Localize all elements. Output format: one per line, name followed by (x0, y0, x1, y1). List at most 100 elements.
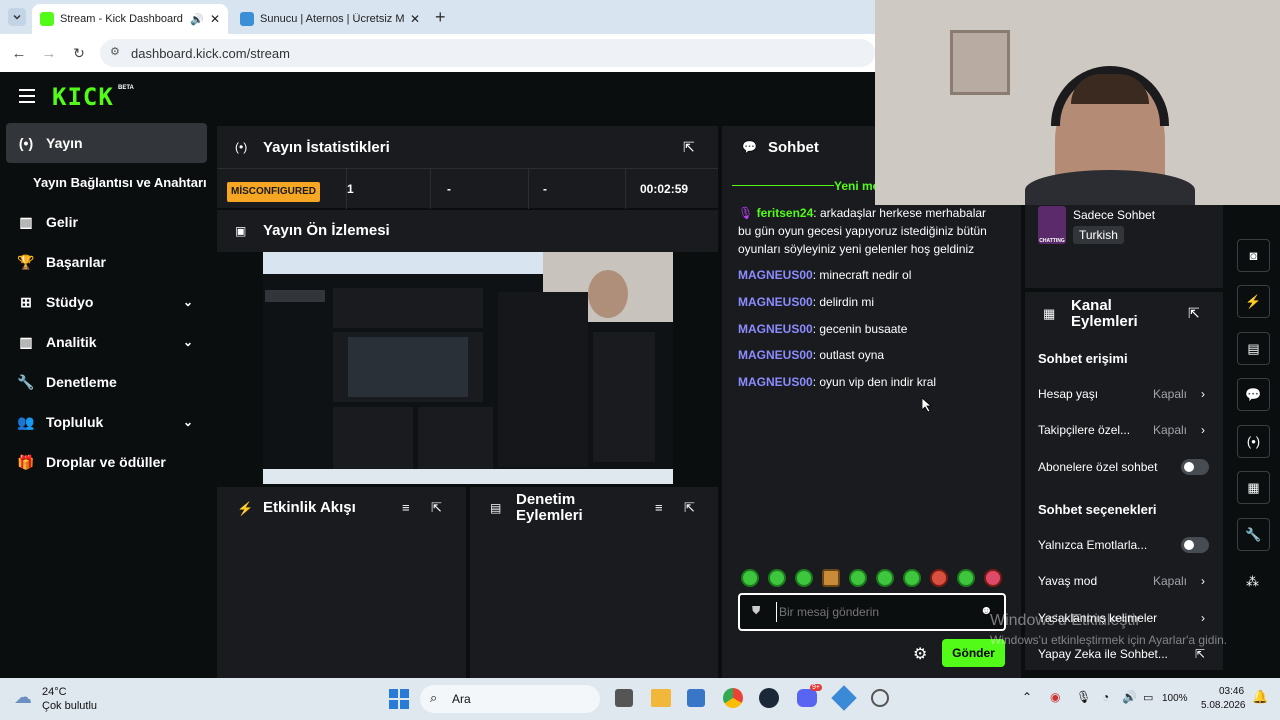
sidebar-item-analitik[interactable]: ▥ Analitik ⌄ (6, 322, 207, 362)
panel-title-line1: Kanal (1071, 297, 1112, 314)
wifi-icon[interactable]: ◔ (1102, 690, 1109, 704)
clock-date[interactable]: 5.08.2026 (1201, 700, 1246, 711)
more-icon[interactable]: ⁂ (1246, 574, 1259, 590)
account-age-setting[interactable]: Hesap yaşı Kapalı › (1038, 384, 1213, 404)
popout-icon[interactable]: ⇱ (683, 139, 695, 156)
gift-icon: 🎁 (17, 453, 35, 470)
emote-icon[interactable] (930, 569, 948, 587)
close-tab-icon[interactable]: ✕ (410, 12, 420, 26)
video-area[interactable] (217, 252, 718, 484)
emote-icon[interactable] (876, 569, 894, 587)
chat-username[interactable]: MAGNEUS00 (738, 375, 813, 389)
slow-mode-setting[interactable]: Yavaş mod Kapalı › (1038, 571, 1213, 591)
broadcast-icon: (•) (235, 140, 248, 154)
battery-percent: 100% (1162, 693, 1188, 704)
emote-icon[interactable] (957, 569, 975, 587)
reload-icon[interactable]: ↻ (70, 44, 88, 62)
followers-only-setting[interactable]: Takipçilere özel... Kapalı › (1038, 420, 1213, 440)
menu-icon[interactable] (19, 89, 35, 103)
chat-message[interactable]: 🎙 feritsen24: arkadaşlar herkese merhaba… (738, 204, 1000, 258)
discord-icon[interactable] (797, 689, 817, 707)
tray-app-icon[interactable]: ◉ (1050, 690, 1060, 704)
sidebar-item-droplar[interactable]: 🎁 Droplar ve ödüller (6, 442, 207, 482)
chat-message[interactable]: MAGNEUS00: minecraft nedir ol (738, 266, 1000, 284)
panel-title: Etkinlik Akışı (263, 499, 356, 516)
close-tab-icon[interactable]: ✕ (210, 12, 220, 26)
address-bar[interactable]: ⚙ dashboard.kick.com/stream (100, 39, 875, 67)
popout-icon[interactable]: ⇱ (431, 500, 442, 516)
notification-bell-icon[interactable]: 🔔 (1252, 689, 1268, 705)
shield-icon[interactable]: ⛊ (752, 605, 760, 618)
forward-icon[interactable]: → (40, 44, 58, 62)
sidebar-item-denetleme[interactable]: 🔧 Denetleme (6, 362, 207, 402)
chat-message[interactable]: MAGNEUS00: outlast oyna (738, 346, 1000, 364)
store-icon[interactable] (687, 689, 705, 707)
chat-username[interactable]: MAGNEUS00 (738, 268, 813, 282)
chat-input-box[interactable]: ⛊ ☻ (738, 593, 1006, 631)
chat-username[interactable]: MAGNEUS00 (738, 295, 813, 309)
emote-icon[interactable] (984, 569, 1002, 587)
tab-aternos[interactable]: Sunucu | Aternos | Ücretsiz Min ✕ (232, 4, 428, 34)
new-tab-button[interactable]: + (435, 7, 446, 28)
ai-moderation-setting[interactable]: Yapay Zeka ile Sohbet... ⇱ (1038, 644, 1213, 664)
back-icon[interactable]: ← (10, 44, 28, 62)
speaker-icon[interactable]: 🔊 (190, 13, 204, 26)
chat-username[interactable]: MAGNEUS00 (738, 322, 813, 336)
channel-icon[interactable]: ▦ (1237, 471, 1270, 504)
tab-search-icon[interactable] (8, 8, 26, 26)
emote-only-toggle[interactable] (1181, 537, 1209, 553)
weather-temp[interactable]: 24°C (42, 686, 67, 698)
task-view-icon[interactable] (615, 689, 633, 707)
filter-icon[interactable]: ≡ (402, 500, 410, 515)
emote-icon[interactable] (795, 569, 813, 587)
mouse-cursor-icon (922, 398, 932, 412)
chevron-up-icon[interactable]: ⌃ (1022, 690, 1032, 704)
sidebar-item-studyo[interactable]: ⊞ Stüdyo ⌄ (6, 282, 207, 322)
sidebar-item-basarilar[interactable]: 🏆 Başarılar (6, 242, 207, 282)
kick-logo[interactable]: KICK (52, 83, 114, 111)
emote-icon[interactable] (903, 569, 921, 587)
sidebar-item-label: Stüdyo (46, 294, 94, 310)
file-explorer-icon[interactable] (651, 689, 671, 707)
chat-username[interactable]: MAGNEUS00 (738, 348, 813, 362)
sidebar-item-yayin[interactable]: (•) Yayın (6, 123, 207, 163)
microphone-icon[interactable]: 🎙 (1076, 690, 1091, 704)
category-thumbnail[interactable]: CHATTING (1038, 206, 1066, 244)
tab-kick-dashboard[interactable]: Stream - Kick Dashboard 🔊 ✕ (32, 4, 228, 34)
chat-message[interactable]: MAGNEUS00: gecenin busaate (738, 320, 1000, 338)
camera-icon[interactable]: ◙ (1237, 239, 1270, 272)
weather-desc[interactable]: Çok bulutlu (42, 700, 97, 712)
bolt-icon[interactable]: ⚡ (1237, 285, 1270, 318)
volume-icon[interactable]: 🔊 (1122, 690, 1137, 704)
emote-icon[interactable] (768, 569, 786, 587)
sidebar-item-topluluk[interactable]: 👥 Topluluk ⌄ (6, 402, 207, 442)
document-icon[interactable]: ▤ (1237, 332, 1270, 365)
emote-icon[interactable] (741, 569, 759, 587)
popout-icon[interactable]: ⇱ (684, 500, 695, 516)
emote-icon[interactable] (822, 569, 840, 587)
subs-only-toggle[interactable] (1181, 459, 1209, 475)
battery-icon[interactable]: ▭ (1143, 691, 1153, 704)
chat-message[interactable]: MAGNEUS00: delirdin mi (738, 293, 1000, 311)
chat-username[interactable]: feritsen24 (757, 206, 814, 220)
obs-icon[interactable] (871, 689, 889, 707)
chat-message-input[interactable] (776, 602, 966, 622)
popout-icon[interactable]: ⇱ (1188, 305, 1200, 322)
broadcast-icon[interactable]: (•) (1237, 425, 1270, 458)
sidebar-item-stream-key[interactable]: Yayın Bağlantısı ve Anahtarı (6, 162, 207, 202)
emote-icon[interactable] (849, 569, 867, 587)
app-icon[interactable] (831, 685, 857, 711)
sidebar-item-gelir[interactable]: ▥ Gelir (6, 202, 207, 242)
windows-start-icon[interactable] (389, 689, 409, 709)
clock-time[interactable]: 03:46 (1219, 686, 1244, 697)
chat-settings-gear-icon[interactable]: ⚙ (913, 644, 927, 664)
wrench-icon[interactable]: 🔧 (1237, 518, 1270, 551)
weather-cloud-icon[interactable]: ☁ (14, 687, 32, 708)
filter-icon[interactable]: ≡ (655, 500, 663, 515)
taskbar-search[interactable]: ⌕ Ara (420, 685, 600, 713)
chrome-icon[interactable] (723, 688, 743, 708)
chat-bubble-icon[interactable]: 💬 (1237, 378, 1270, 411)
steam-icon[interactable] (759, 688, 779, 708)
chat-message[interactable]: MAGNEUS00: oyun vip den indir kral (738, 373, 1000, 391)
site-info-icon[interactable]: ⚙ (110, 45, 120, 58)
